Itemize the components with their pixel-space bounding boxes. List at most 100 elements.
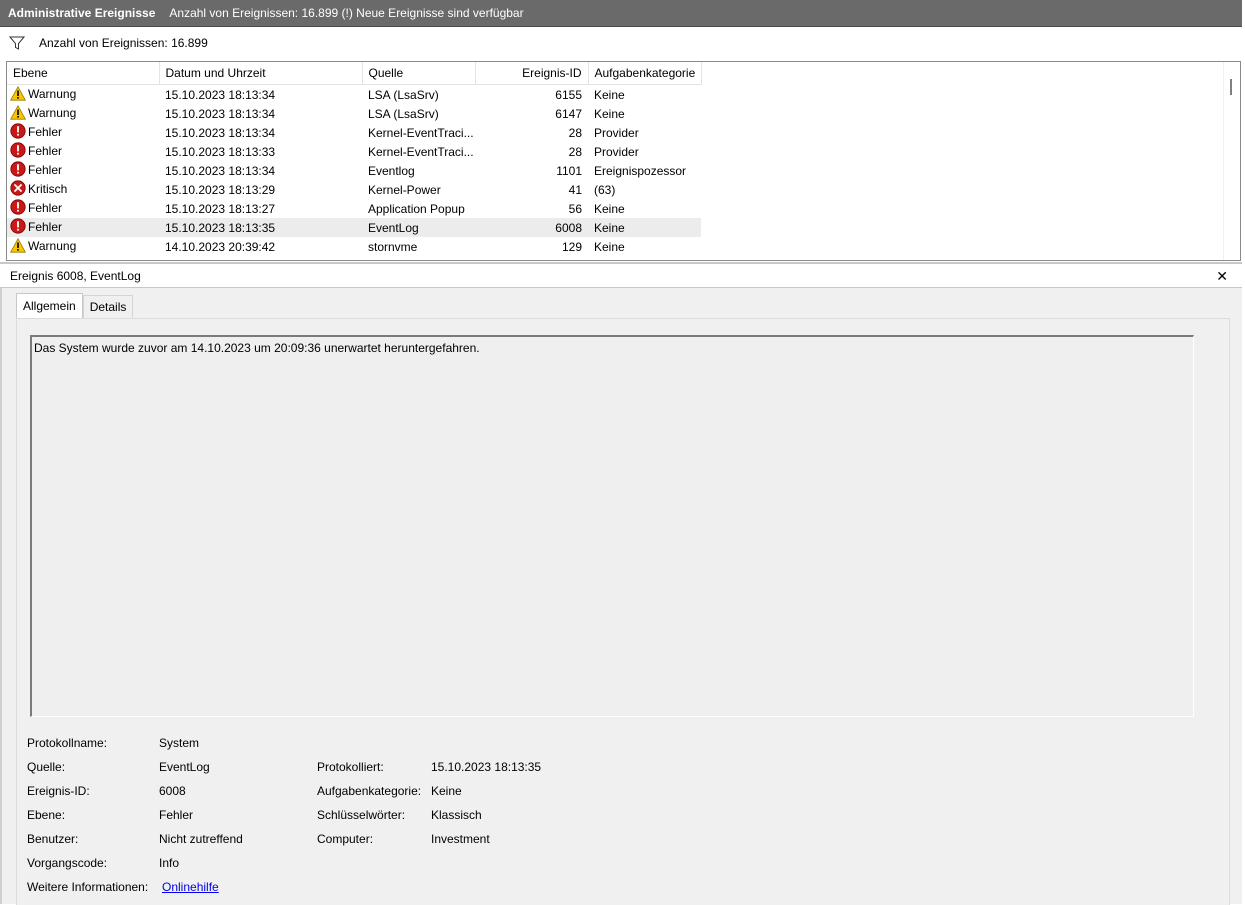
cell-level: Fehler — [7, 142, 159, 161]
cell-event-id: 1101 — [556, 163, 582, 178]
cell-event-id: 56 — [568, 201, 582, 216]
cell-level: Warnung — [7, 104, 159, 123]
cell-source: Eventlog — [368, 163, 415, 178]
column-header-ereignis-id[interactable]: Ereignis-ID — [475, 62, 589, 85]
level-label: Fehler — [28, 201, 63, 215]
column-header-ebene[interactable]: Ebene — [7, 62, 160, 85]
table-row[interactable]: Fehler 15.10.2023 18:13:34 Kernel-EventTra… — [7, 123, 701, 142]
tab-allgemein[interactable]: Allgemein — [16, 293, 83, 318]
error-icon — [10, 123, 26, 142]
prop-label-benutzer: Benutzer: — [27, 832, 79, 846]
cell-event-id: 28 — [568, 125, 582, 140]
cell-category: (63) — [594, 182, 616, 197]
prop-value-quelle: EventLog — [159, 760, 210, 774]
prop-label-weitere-informationen: Weitere Informationen: — [27, 880, 149, 894]
prop-value-schluesselwoerter: Klassisch — [431, 808, 482, 822]
detail-header: Ereignis 6008, EventLog ✕ — [0, 265, 1242, 288]
cell-event-id: 129 — [561, 239, 582, 254]
table-row[interactable]: Warnung 15.10.2023 18:13:34 LSA (LsaSrv) 61… — [7, 85, 701, 105]
detail-tabs: Allgemein Details — [16, 293, 134, 318]
error-icon — [10, 199, 26, 218]
cell-category: Keine — [594, 106, 625, 121]
table-row[interactable]: Fehler 15.10.2023 18:13:27 Application Pop… — [7, 199, 701, 218]
prop-value-benutzer: Nicht zutreffend — [159, 832, 243, 846]
critical-icon — [10, 180, 26, 199]
event-count: Anzahl von Ereignissen: 16.899 — [39, 36, 208, 50]
error-icon — [10, 161, 26, 180]
cell-source: Kernel-EventTraci... — [368, 125, 474, 140]
level-label: Fehler — [28, 144, 63, 158]
view-subtitle: Anzahl von Ereignissen: 16.899 (!) Neue … — [169, 6, 524, 20]
prop-value-ereignis-id: 6008 — [159, 784, 186, 798]
prop-label-computer: Computer: — [317, 832, 374, 846]
cell-event-id: 6147 — [555, 106, 582, 121]
warning-icon — [9, 237, 27, 256]
prop-label-schluesselwoerter: Schlüsselwörter: — [317, 808, 406, 822]
table-row[interactable]: Kritisch 15.10.2023 18:13:29 Kernel-Power 4… — [7, 180, 701, 199]
title-bar: Administrative Ereignisse Anzahl von Ere… — [0, 0, 1242, 27]
cell-event-id: 41 — [568, 182, 582, 197]
detail-title: Ereignis 6008, EventLog — [10, 269, 141, 283]
column-header-aufgabenkategorie[interactable]: Aufgabenkategorie — [588, 62, 702, 85]
cell-date: 15.10.2023 18:13:34 — [165, 163, 276, 178]
prop-value-protokollname: System — [159, 736, 200, 750]
level-label: Warnung — [28, 105, 77, 120]
prop-label-aufgabenkategorie: Aufgabenkategorie: — [317, 784, 422, 798]
cell-level: Kritisch — [7, 180, 159, 199]
table-row[interactable]: Fehler 15.10.2023 18:13:33 Kernel-EventTra… — [7, 142, 701, 161]
event-grid[interactable]: Ebene Datum und Uhrzeit Quelle Ereignis-… — [6, 61, 1241, 261]
scrollbar-thumb[interactable] — [1230, 79, 1232, 95]
cell-source: LSA (LsaSrv) — [368, 87, 439, 102]
prop-value-ebene: Fehler — [159, 808, 194, 822]
level-label: Fehler — [28, 220, 63, 234]
vertical-scrollbar[interactable] — [1223, 62, 1240, 260]
cell-category: Ereignispozessor — [594, 163, 687, 178]
tab-details[interactable]: Details — [82, 295, 134, 318]
cell-source: stornvme — [368, 239, 418, 254]
cell-level: Warnung — [7, 237, 159, 256]
detail-pane: Allgemein Details Das System wurde zuvor… — [0, 288, 1242, 905]
warning-icon — [9, 104, 27, 123]
column-header-datum[interactable]: Datum und Uhrzeit — [159, 62, 363, 85]
cell-date: 14.10.2023 20:39:42 — [165, 239, 276, 254]
table-row[interactable]: Fehler 15.10.2023 18:13:34 Eventlog 1101 Ere… — [7, 161, 701, 180]
cell-source: Kernel-Power — [368, 182, 441, 197]
cell-date: 15.10.2023 18:13:34 — [165, 87, 276, 102]
cell-level: Fehler — [7, 123, 159, 142]
close-icon[interactable]: ✕ — [1216, 268, 1228, 285]
cell-date: 15.10.2023 18:13:33 — [165, 144, 276, 159]
cell-source: EventLog — [362, 218, 475, 237]
table-row[interactable]: Warnung 14.10.2023 20:39:42 stornvme 129 Kei… — [7, 237, 701, 256]
cell-source: LSA (LsaSrv) — [368, 106, 439, 121]
error-icon — [10, 218, 26, 237]
cell-date: 15.10.2023 18:13:29 — [165, 182, 276, 197]
cell-category: Provider — [594, 144, 639, 159]
cell-source: Kernel-EventTraci... — [368, 144, 474, 159]
filter-bar: Anzahl von Ereignissen: 16.899 — [0, 27, 1242, 59]
pane-splitter[interactable] — [0, 262, 1242, 264]
prop-label-ereignis-id: Ereignis-ID: — [27, 784, 90, 798]
cell-category: Keine — [588, 218, 701, 237]
prop-label-ebene: Ebene: — [27, 808, 66, 822]
cell-level: Warnung — [7, 85, 159, 105]
tab-panel-allgemein: Das System wurde zuvor am 14.10.2023 um … — [16, 318, 1230, 905]
cell-source: Application Popup — [368, 201, 465, 216]
cell-category: Provider — [594, 125, 639, 140]
online-help-link[interactable]: Onlinehilfe — [162, 880, 219, 894]
table-row[interactable]: Warnung 15.10.2023 18:13:34 LSA (LsaSrv) 61… — [7, 104, 701, 123]
event-description[interactable]: Das System wurde zuvor am 14.10.2023 um … — [30, 335, 1194, 717]
cell-date: 15.10.2023 18:13:34 — [165, 106, 276, 121]
cell-level: Fehler — [7, 199, 159, 218]
cell-category: Keine — [594, 239, 625, 254]
level-label: Warnung — [28, 238, 77, 253]
table-row[interactable]: Fehler 15.10.2023 18:13:35 EventLog 6008 Kei… — [7, 218, 701, 237]
prop-value-computer: Investment — [431, 832, 490, 846]
prop-value-protokolliert: 15.10.2023 18:13:35 — [431, 760, 542, 774]
cell-event-id: 6008 — [475, 218, 588, 237]
cell-level: Fehler — [7, 161, 159, 180]
cell-date: 15.10.2023 18:13:27 — [165, 201, 276, 216]
cell-category: Keine — [594, 201, 625, 216]
column-header-quelle[interactable]: Quelle — [362, 62, 476, 85]
level-label: Kritisch — [28, 182, 68, 196]
filter-icon[interactable] — [8, 35, 26, 51]
